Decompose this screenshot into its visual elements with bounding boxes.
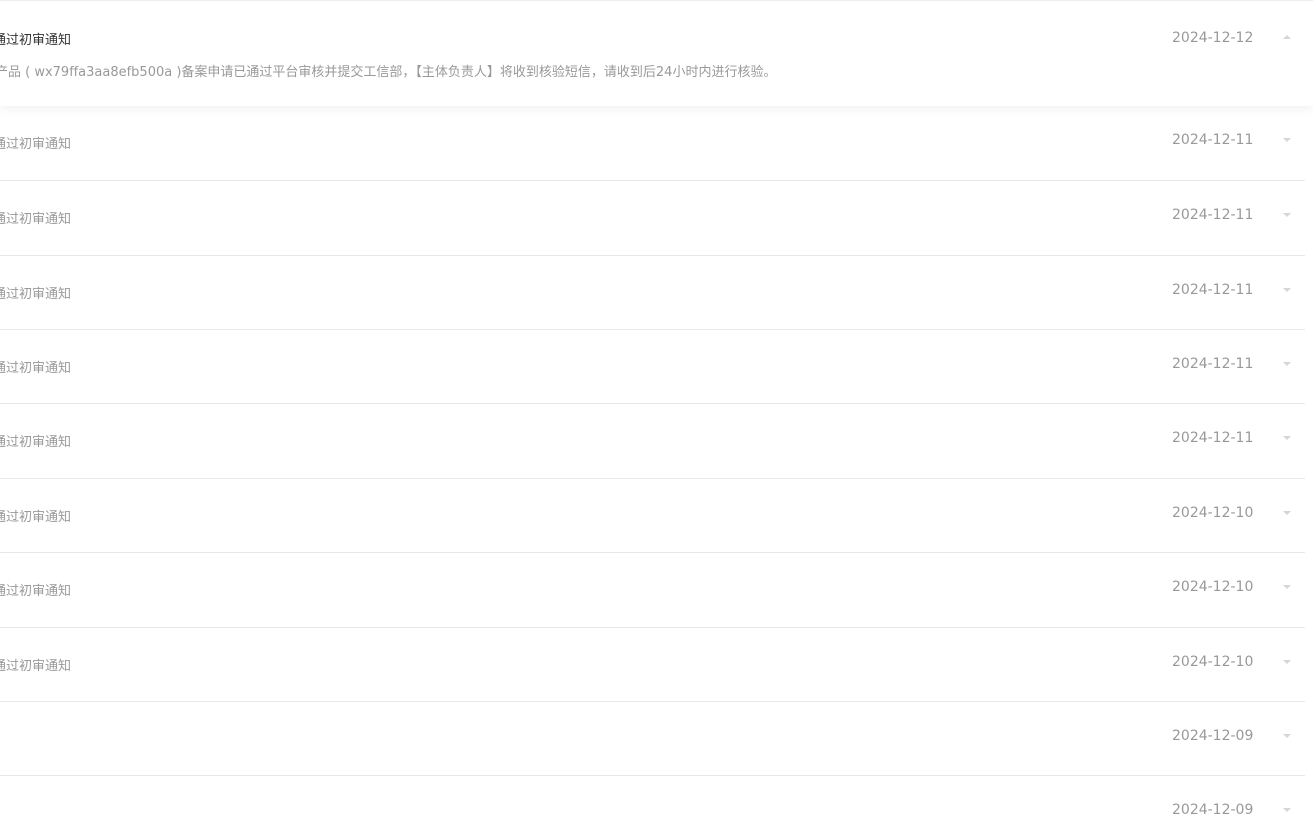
chevron-down-icon[interactable] xyxy=(1283,585,1291,589)
notification-title: 通过初审通知 xyxy=(0,137,72,152)
chevron-down-icon[interactable] xyxy=(1283,436,1291,440)
notification-date: 2024-12-11 xyxy=(1172,356,1254,372)
notification-item[interactable]: 通过初审通知 2024-12-11 xyxy=(0,181,1305,256)
notification-content: 产品 ( wx79ffa3aa8efb500a )备案申请已通过平台审核并提交工… xyxy=(0,65,777,80)
notification-item[interactable]: 通过初审通知 2024-12-11 xyxy=(0,330,1305,404)
notification-title: 通过初审通知 xyxy=(0,435,72,450)
notification-date: 2024-12-11 xyxy=(1172,282,1254,298)
notification-item-expanded[interactable]: 通过初审通知 产品 ( wx79ffa3aa8efb500a )备案申请已通过平… xyxy=(0,0,1313,106)
notification-item[interactable]: 通过初审通知 2024-12-10 xyxy=(0,553,1305,628)
notification-item[interactable]: 通过初审通知 2024-12-10 xyxy=(0,628,1305,702)
notification-date: 2024-12-10 xyxy=(1172,654,1254,670)
notification-date: 2024-12-12 xyxy=(1172,30,1254,46)
notification-title: 通过初审通知 xyxy=(0,287,72,302)
chevron-down-icon[interactable] xyxy=(1283,362,1291,366)
notification-date: 2024-12-10 xyxy=(1172,579,1254,595)
notification-title: 通过初审通知 xyxy=(0,584,72,599)
notification-item[interactable]: 通过初审通知 2024-12-11 xyxy=(0,106,1305,181)
notification-item[interactable]: 2024-12-09 xyxy=(0,702,1305,776)
chevron-down-icon[interactable] xyxy=(1283,734,1291,738)
notification-title: 通过初审通知 xyxy=(0,361,72,376)
notification-title: 通过初审通知 xyxy=(0,212,72,227)
chevron-down-icon[interactable] xyxy=(1283,138,1291,142)
chevron-down-icon[interactable] xyxy=(1283,288,1291,292)
chevron-up-icon[interactable] xyxy=(1283,35,1291,39)
chevron-down-icon[interactable] xyxy=(1283,808,1291,812)
chevron-down-icon[interactable] xyxy=(1283,660,1291,664)
notification-date: 2024-12-11 xyxy=(1172,132,1254,148)
notification-item[interactable]: 2024-12-09 xyxy=(0,776,1305,824)
notification-item[interactable]: 通过初审通知 2024-12-11 xyxy=(0,404,1305,479)
notification-date: 2024-12-11 xyxy=(1172,207,1254,223)
chevron-down-icon[interactable] xyxy=(1283,511,1291,515)
notification-title: 通过初审通知 xyxy=(0,510,72,525)
notification-date: 2024-12-09 xyxy=(1172,728,1254,744)
chevron-down-icon[interactable] xyxy=(1283,213,1291,217)
notification-title: 通过初审通知 xyxy=(0,33,72,48)
notification-date: 2024-12-09 xyxy=(1172,802,1254,818)
notification-title: 通过初审通知 xyxy=(0,659,72,674)
notification-date: 2024-12-10 xyxy=(1172,505,1254,521)
notification-list: 通过初审通知 产品 ( wx79ffa3aa8efb500a )备案申请已通过平… xyxy=(0,0,1313,824)
notification-date: 2024-12-11 xyxy=(1172,430,1254,446)
notification-item[interactable]: 通过初审通知 2024-12-10 xyxy=(0,479,1305,553)
notification-item[interactable]: 通过初审通知 2024-12-11 xyxy=(0,256,1305,330)
